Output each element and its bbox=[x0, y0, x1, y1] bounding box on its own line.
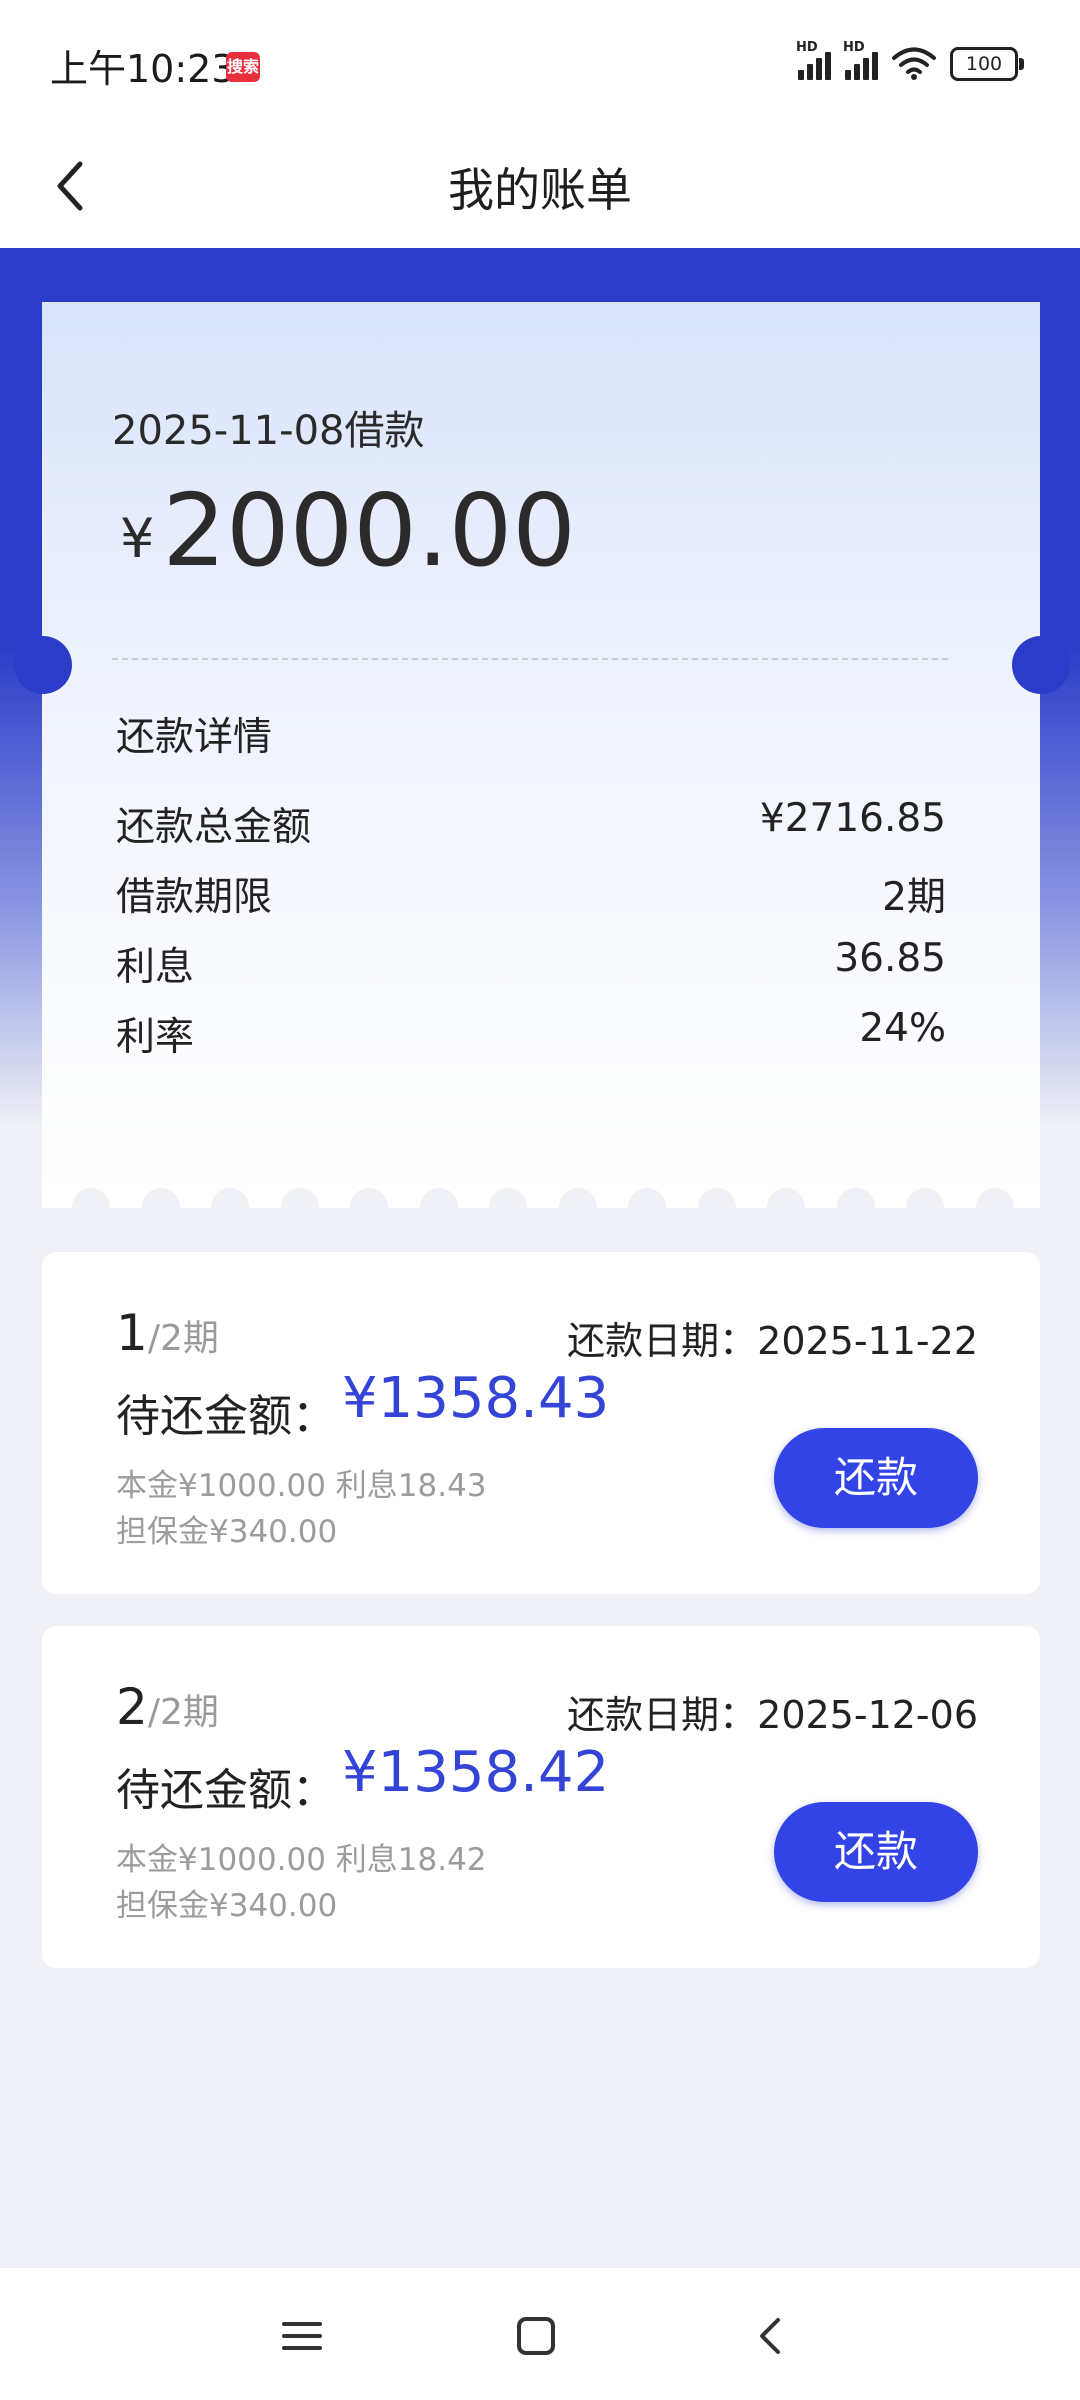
currency-symbol: ¥ bbox=[120, 507, 155, 570]
scallop bbox=[72, 1188, 110, 1212]
cellular-signal-2-icon: HD bbox=[843, 40, 878, 80]
detail-label: 还款总金额 bbox=[116, 805, 312, 850]
detail-value: 2期 bbox=[882, 875, 946, 920]
scallop bbox=[836, 1188, 875, 1212]
installment-card: 2/2期 还款日期：2025-12-06 待还金额： ¥1358.42 本金¥1… bbox=[42, 1626, 1040, 1968]
scallop bbox=[558, 1188, 597, 1212]
details-title: 还款详情 bbox=[116, 715, 273, 760]
scallop bbox=[280, 1188, 319, 1212]
page-title: 我的账单 bbox=[448, 163, 632, 217]
repay-button[interactable]: 还款 bbox=[774, 1428, 978, 1528]
loan-amount: ¥2000.00 bbox=[120, 472, 576, 589]
scallop bbox=[697, 1188, 736, 1212]
detail-row-term: 借款期限 2期 bbox=[116, 866, 946, 922]
pending-label: 待还金额： bbox=[116, 1391, 336, 1442]
status-bar: 上午10:23 搜索 HD HD 100 bbox=[0, 0, 1080, 124]
guarantee-fee: 担保金¥340.00 bbox=[116, 1514, 338, 1550]
status-icons: HD HD 100 bbox=[796, 40, 1024, 84]
scallop bbox=[211, 1188, 249, 1212]
ticket-scallop-edge bbox=[42, 1188, 1040, 1212]
home-icon[interactable] bbox=[506, 2306, 566, 2366]
menu-icon[interactable] bbox=[272, 2306, 332, 2366]
detail-label: 利率 bbox=[116, 1015, 195, 1060]
loan-amount-value: 2000.00 bbox=[162, 472, 576, 589]
installment-total: /2期 bbox=[147, 1692, 219, 1733]
scallop bbox=[628, 1188, 666, 1212]
principal-interest: 本金¥1000.00 利息18.42 bbox=[116, 1842, 487, 1878]
detail-value: 36.85 bbox=[834, 936, 946, 981]
scallop bbox=[350, 1188, 388, 1212]
scallop bbox=[489, 1188, 527, 1212]
guarantee-fee: 担保金¥340.00 bbox=[116, 1888, 338, 1924]
due-date: 还款日期：2025-12-06 bbox=[567, 1693, 978, 1737]
detail-row-interest: 利息 36.85 bbox=[116, 936, 946, 992]
pending-label: 待还金额： bbox=[116, 1765, 336, 1816]
status-time: 上午10:23 bbox=[50, 47, 236, 91]
wifi-icon bbox=[892, 47, 936, 80]
pending-amount: ¥1358.43 bbox=[342, 1366, 610, 1431]
installment-number: 1 bbox=[116, 1304, 148, 1362]
installment-card: 1/2期 还款日期：2025-11-22 待还金额： ¥1358.43 本金¥1… bbox=[42, 1252, 1040, 1594]
detail-label: 借款期限 bbox=[116, 875, 273, 920]
cellular-signal-icon: HD bbox=[796, 40, 831, 80]
battery-icon: 100 bbox=[950, 47, 1024, 81]
loan-date: 2025-11-08借款 bbox=[112, 408, 425, 454]
detail-label: 利息 bbox=[116, 945, 195, 990]
installment-period: 2/2期 bbox=[116, 1678, 219, 1736]
installment-period: 1/2期 bbox=[116, 1304, 219, 1362]
installment-number: 2 bbox=[116, 1678, 148, 1736]
principal-interest: 本金¥1000.00 利息18.43 bbox=[116, 1468, 487, 1504]
scallop bbox=[975, 1188, 1014, 1212]
scallop bbox=[906, 1188, 944, 1212]
divider bbox=[112, 658, 948, 660]
repay-button[interactable]: 还款 bbox=[774, 1802, 978, 1902]
system-nav-bar bbox=[0, 2268, 1080, 2400]
detail-row-total: 还款总金额 ¥2716.85 bbox=[116, 796, 946, 852]
header: 我的账单 bbox=[0, 124, 1080, 248]
installment-total: /2期 bbox=[147, 1318, 219, 1359]
due-date: 还款日期：2025-11-22 bbox=[567, 1319, 978, 1363]
ticket-notch-left bbox=[14, 636, 72, 694]
back-nav-icon[interactable] bbox=[742, 2306, 802, 2366]
detail-value: 24% bbox=[859, 1006, 946, 1051]
scallop bbox=[141, 1188, 180, 1212]
scallop bbox=[767, 1188, 805, 1212]
ticket-notch-right bbox=[1012, 636, 1070, 694]
detail-row-rate: 利率 24% bbox=[116, 1006, 946, 1062]
search-app-notification-icon: 搜索 bbox=[226, 52, 260, 82]
detail-value: ¥2716.85 bbox=[759, 796, 946, 841]
pending-amount: ¥1358.42 bbox=[342, 1740, 610, 1805]
scallop bbox=[419, 1188, 458, 1212]
